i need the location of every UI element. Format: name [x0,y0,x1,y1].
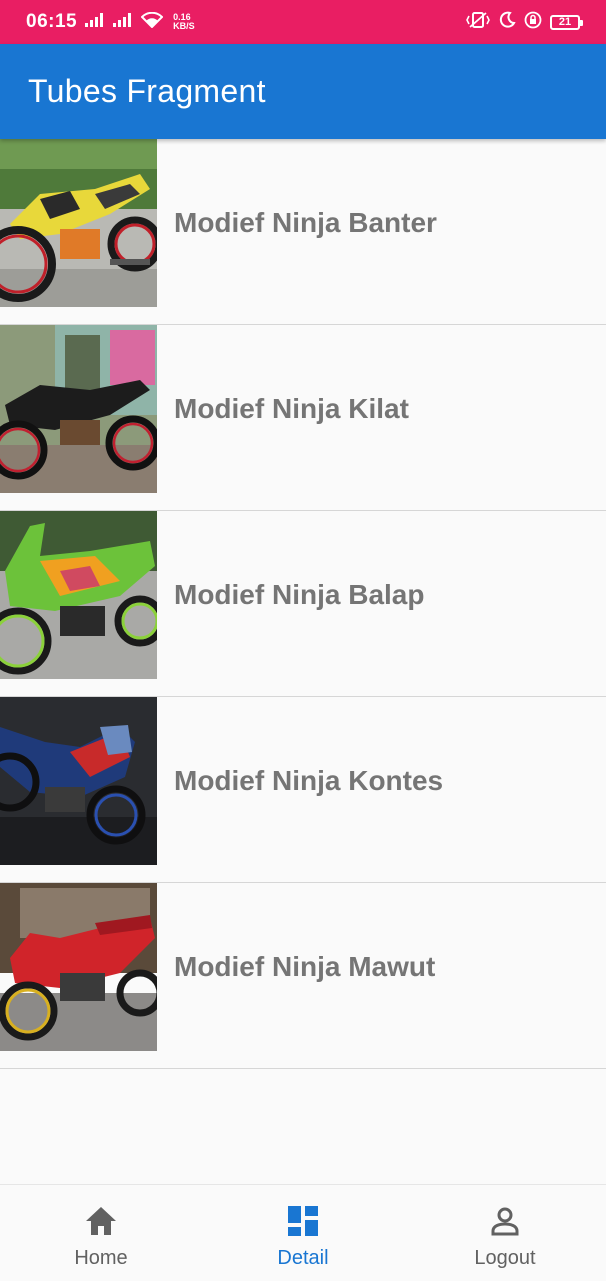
motorcycle-photo-red [0,883,157,1051]
moon-icon [498,11,516,34]
nav-home-label: Home [74,1247,128,1269]
person-icon [489,1203,521,1239]
nav-logout-label: Logout [474,1247,536,1269]
rotation-lock-icon [524,11,542,34]
motorcycle-photo-black [0,325,157,493]
speed-unit: KB/S [173,21,195,31]
nav-logout[interactable]: Logout [404,1185,606,1281]
app-bar: Tubes Fragment [0,44,606,139]
status-left: 06:15 0.16 KB/S [26,11,195,33]
list-item[interactable]: Modief Ninja Mawut [0,883,606,1069]
list-item-title: Modief Ninja Kontes [174,765,444,796]
motorcycle-photo-blue [0,697,157,865]
nav-detail-label: Detail [277,1247,329,1269]
vibrate-icon [466,11,490,34]
status-time: 06:15 [26,11,78,32]
list-item[interactable]: Modief Ninja Kilat [0,325,606,511]
list-item[interactable]: Modief Ninja Banter [0,139,606,325]
nav-home[interactable]: Home [0,1185,202,1281]
list-item-title: Modief Ninja Balap [174,579,425,610]
motorcycle-photo-green [0,511,157,679]
status-bar: 06:15 0.16 KB/S 21 [0,0,606,44]
list-item-title: Modief Ninja Banter [174,207,437,238]
status-right: 21 [466,11,583,34]
battery-icon: 21 [550,14,583,30]
list-item[interactable]: Modief Ninja Balap [0,511,606,697]
nav-detail[interactable]: Detail [202,1185,404,1281]
network-speed: 0.16 KB/S [173,13,195,31]
battery-level: 21 [558,16,572,28]
signal-icon [85,12,105,32]
wifi-icon [140,11,164,33]
motorcycle-photo-yellow [0,139,157,307]
bottom-navigation: Home Detail Logout [0,1184,606,1281]
list-item[interactable]: Modief Ninja Kontes [0,697,606,883]
list-item-title: Modief Ninja Kilat [174,393,409,424]
motorcycle-list: Modief Ninja Banter Modief Ninja Kilat M… [0,139,606,1069]
signal-icon [113,12,133,32]
home-icon [84,1203,118,1239]
list-item-title: Modief Ninja Mawut [174,951,436,982]
dashboard-icon [287,1203,319,1239]
app-title: Tubes Fragment [28,73,266,109]
